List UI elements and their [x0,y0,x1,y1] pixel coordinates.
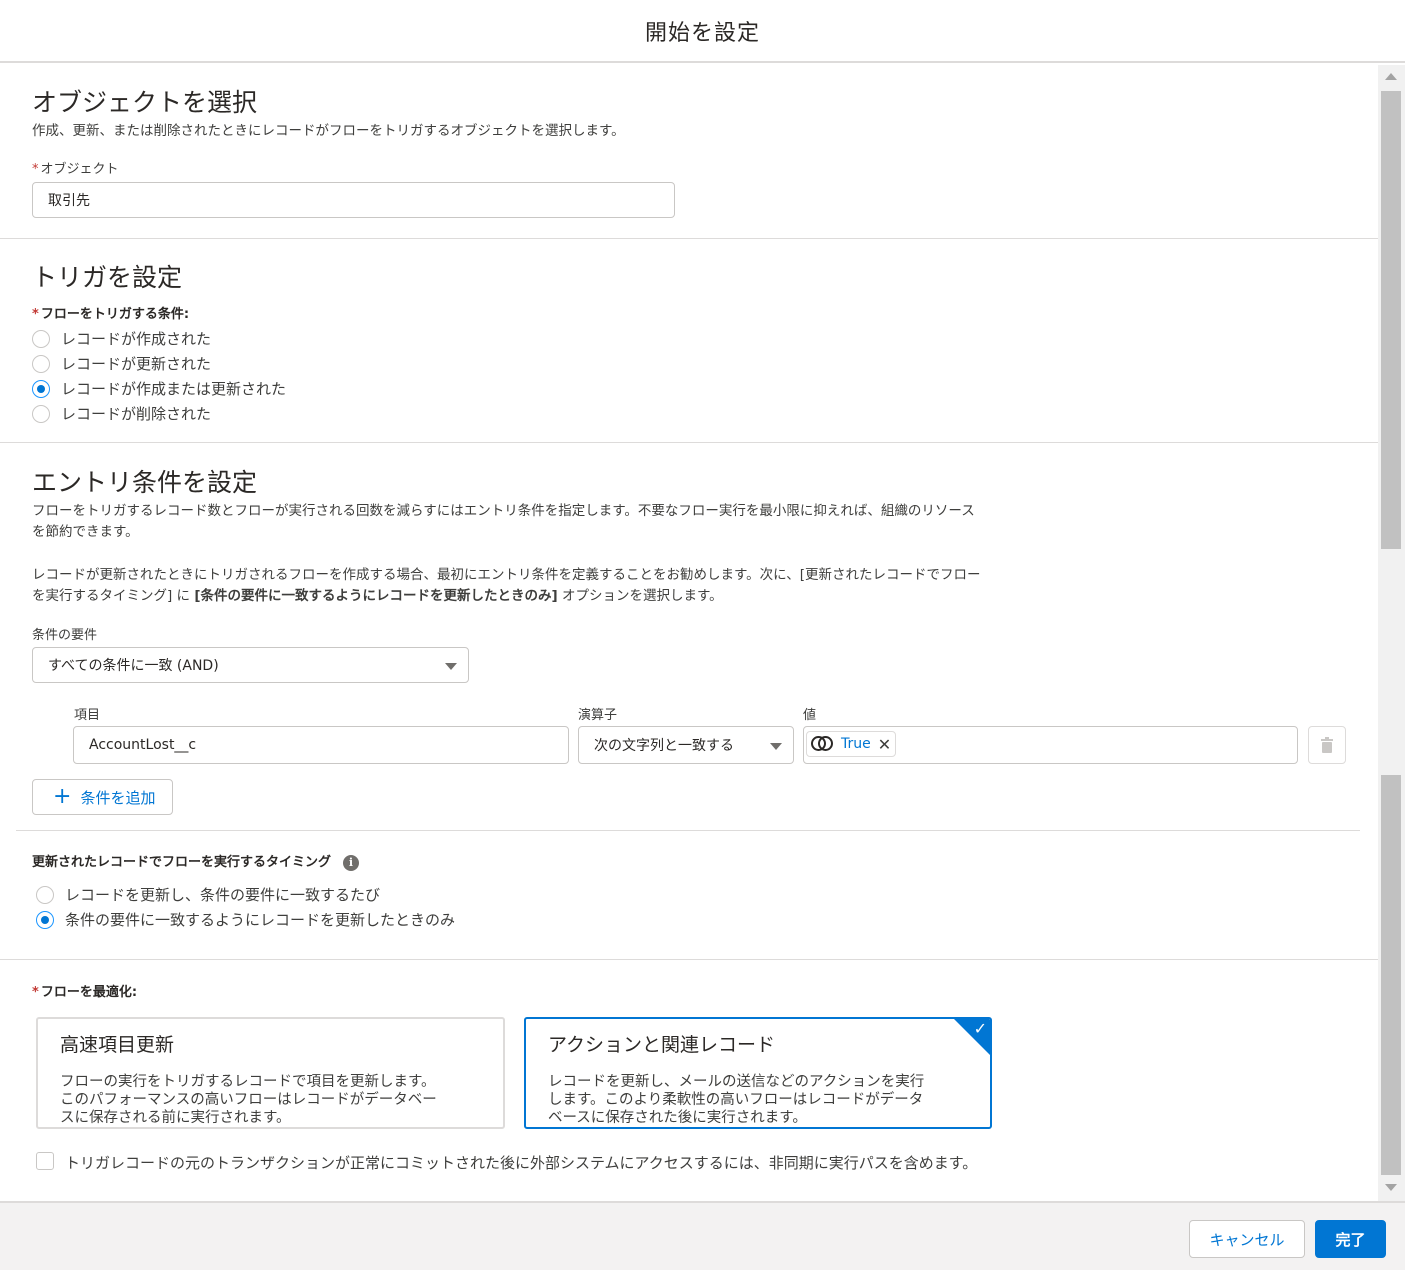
radio-button-selected[interactable] [36,910,54,929]
timing-option-every-update[interactable]: レコードを更新し、条件の要件に一致するたび [36,884,380,905]
radio-button[interactable] [32,329,50,348]
trigger-option-label: レコードが作成された [61,330,212,348]
trash-icon [1321,737,1333,753]
card-description: レコードを更新し、メールの送信などのアクションを実行 します。このより柔軟性の高… [548,1073,968,1127]
object-section-description: 作成、更新、または削除されたときにレコードがフローをトリガするオブジェクトを選択… [32,123,625,139]
add-condition-button[interactable]: + 条件を追加 [32,779,173,815]
desc-bold-text: [条件の要件に一致するようにレコードを更新したときのみ] [194,588,558,604]
value-pill-label: True [841,736,871,752]
condition-field-input[interactable]: AccountLost__c [73,726,569,764]
card-title: アクションと関連レコード [548,1034,776,1056]
desc-text: を実行するタイミング] に [32,588,195,604]
required-mark: * [32,985,39,1000]
section-divider [0,959,1378,960]
entry-section-heading: エントリ条件を設定 [32,468,258,497]
card-description-line: スに保存される前に実行されます。 [60,1110,291,1126]
trigger-option-created[interactable]: レコードが作成された [32,328,211,349]
object-field-label-text: オブジェクト [40,162,119,177]
check-icon: ✓ [973,1019,987,1038]
toggle-boolean-icon [811,736,835,752]
entry-description-1: フローをトリガするレコード数とフローが実行される回数を減らすにはエントリ条件を指… [32,501,975,543]
trigger-option-created-or-updated[interactable]: レコードが作成または更新された [32,378,286,399]
timing-option-label: 条件の要件に一致するようにレコードを更新したときのみ [65,911,456,929]
card-description: フローの実行をトリガするレコードで項目を更新します。 このパフォーマンスの高いフ… [60,1073,481,1127]
scrollbar-thumb[interactable] [1381,775,1401,1175]
required-mark: * [32,307,39,322]
info-icon[interactable]: i [343,854,360,871]
scroll-down-arrow-icon[interactable] [1385,1184,1397,1191]
entry-description-2: レコードが更新されたときにトリガされるフローを作成する場合、最初にエントリ条件を… [32,565,981,607]
condition-value-label: 値 [803,708,817,723]
section-divider [16,830,1360,831]
scrollbar-thumb[interactable] [1381,91,1401,549]
condition-operator-label: 演算子 [578,708,618,723]
requirement-label: 条件の要件 [32,628,98,643]
section-divider [0,238,1378,239]
card-description-line: このパフォーマンスの高いフローはレコードがデータベー [60,1092,437,1108]
card-description-line: ベースに保存された後に実行されます。 [548,1110,807,1126]
desc-text: オプションを選択します。 [557,588,723,604]
timing-option-label: レコードを更新し、条件の要件に一致するたび [65,886,381,904]
value-pill[interactable]: True ✕ [806,731,897,757]
object-input-value: 取引先 [48,193,90,209]
trigger-option-label: レコードが作成または更新された [61,380,287,398]
card-description-line: します。このより柔軟性の高いフローはレコードがデータ [548,1092,924,1108]
trigger-section-heading: トリガを設定 [32,263,183,292]
chevron-down-icon [770,743,782,750]
trigger-option-label: レコードが削除された [61,405,212,423]
radio-button[interactable] [32,354,50,373]
condition-field-value: AccountLost__c [89,737,197,753]
scrollbar[interactable] [1378,65,1405,1201]
card-description-line: レコードを更新し、メールの送信などのアクションを実行 [548,1074,925,1090]
async-path-label: トリガレコードの元のトランザクションが正常にコミットされた後に外部システムにアク… [65,1154,978,1172]
trigger-field-label: * フローをトリガする条件: [32,303,189,322]
card-description-line: フローの実行をトリガするレコードで項目を更新します。 [60,1074,436,1090]
trigger-option-deleted[interactable]: レコードが削除された [32,403,211,424]
requirement-select-value: すべての条件に一致 (AND) [48,658,219,674]
required-mark: * [32,162,39,177]
object-field-label: * オブジェクト [32,158,119,177]
optimize-card-fast-field-updates[interactable]: 高速項目更新 フローの実行をトリガするレコードで項目を更新します。 このパフォー… [36,1017,505,1129]
radio-button-selected[interactable] [32,379,50,398]
radio-button[interactable] [32,404,50,423]
optimize-label-text: フローを最適化: [40,985,138,1000]
entry-description-1-line-2: を節約できます。 [32,524,139,540]
done-button[interactable]: 完了 [1315,1220,1386,1258]
requirement-select[interactable]: すべての条件に一致 (AND) [32,647,469,683]
object-input[interactable]: 取引先 [32,182,675,218]
cancel-button[interactable]: キャンセル [1189,1220,1305,1258]
radio-button[interactable] [36,885,54,904]
add-condition-label: 条件を追加 [80,788,156,807]
entry-description-2-line-2: を実行するタイミング] に [条件の要件に一致するようにレコードを更新したときの… [32,586,981,607]
entry-description-1-line-1: フローをトリガするレコード数とフローが実行される回数を減らすにはエントリ条件を指… [32,503,975,519]
trigger-option-updated[interactable]: レコードが更新された [32,353,211,374]
scroll-up-arrow-icon[interactable] [1385,73,1397,80]
async-path-checkbox[interactable] [36,1152,54,1170]
modal-body[interactable]: オブジェクトを選択 作成、更新、または削除されたときにレコードがフローをトリガす… [0,65,1378,1201]
chevron-down-icon [445,663,457,670]
timing-label: 更新されたレコードでフローを実行するタイミング i [32,851,360,871]
condition-operator-select[interactable]: 次の文字列と一致する [578,726,794,764]
delete-condition-button[interactable] [1308,726,1346,764]
close-icon[interactable]: ✕ [878,735,891,754]
add-icon: + [53,784,72,809]
timing-option-only-when-met[interactable]: 条件の要件に一致するようにレコードを更新したときのみ [36,909,455,930]
modal-header: 開始を設定 [0,0,1405,63]
condition-operator-value: 次の文字列と一致する [594,738,734,754]
trigger-field-label-text: フローをトリガする条件: [40,307,190,322]
section-divider [0,442,1378,443]
entry-description-2-line-1: レコードが更新されたときにトリガされるフローを作成する場合、最初にエントリ条件を… [32,567,981,583]
modal-title: 開始を設定 [644,20,760,46]
condition-field-label: 項目 [74,708,101,723]
card-title: 高速項目更新 [60,1034,175,1056]
timing-label-text: 更新されたレコードでフローを実行するタイミング [32,855,332,870]
optimize-label: * フローを最適化: [32,981,137,1000]
trigger-option-label: レコードが更新された [61,355,212,373]
modal-footer: キャンセル 完了 [0,1201,1405,1270]
optimize-card-actions-related-records[interactable]: ✓ アクションと関連レコード レコードを更新し、メールの送信などのアクションを実… [524,1017,992,1129]
object-section-heading: オブジェクトを選択 [32,88,258,117]
